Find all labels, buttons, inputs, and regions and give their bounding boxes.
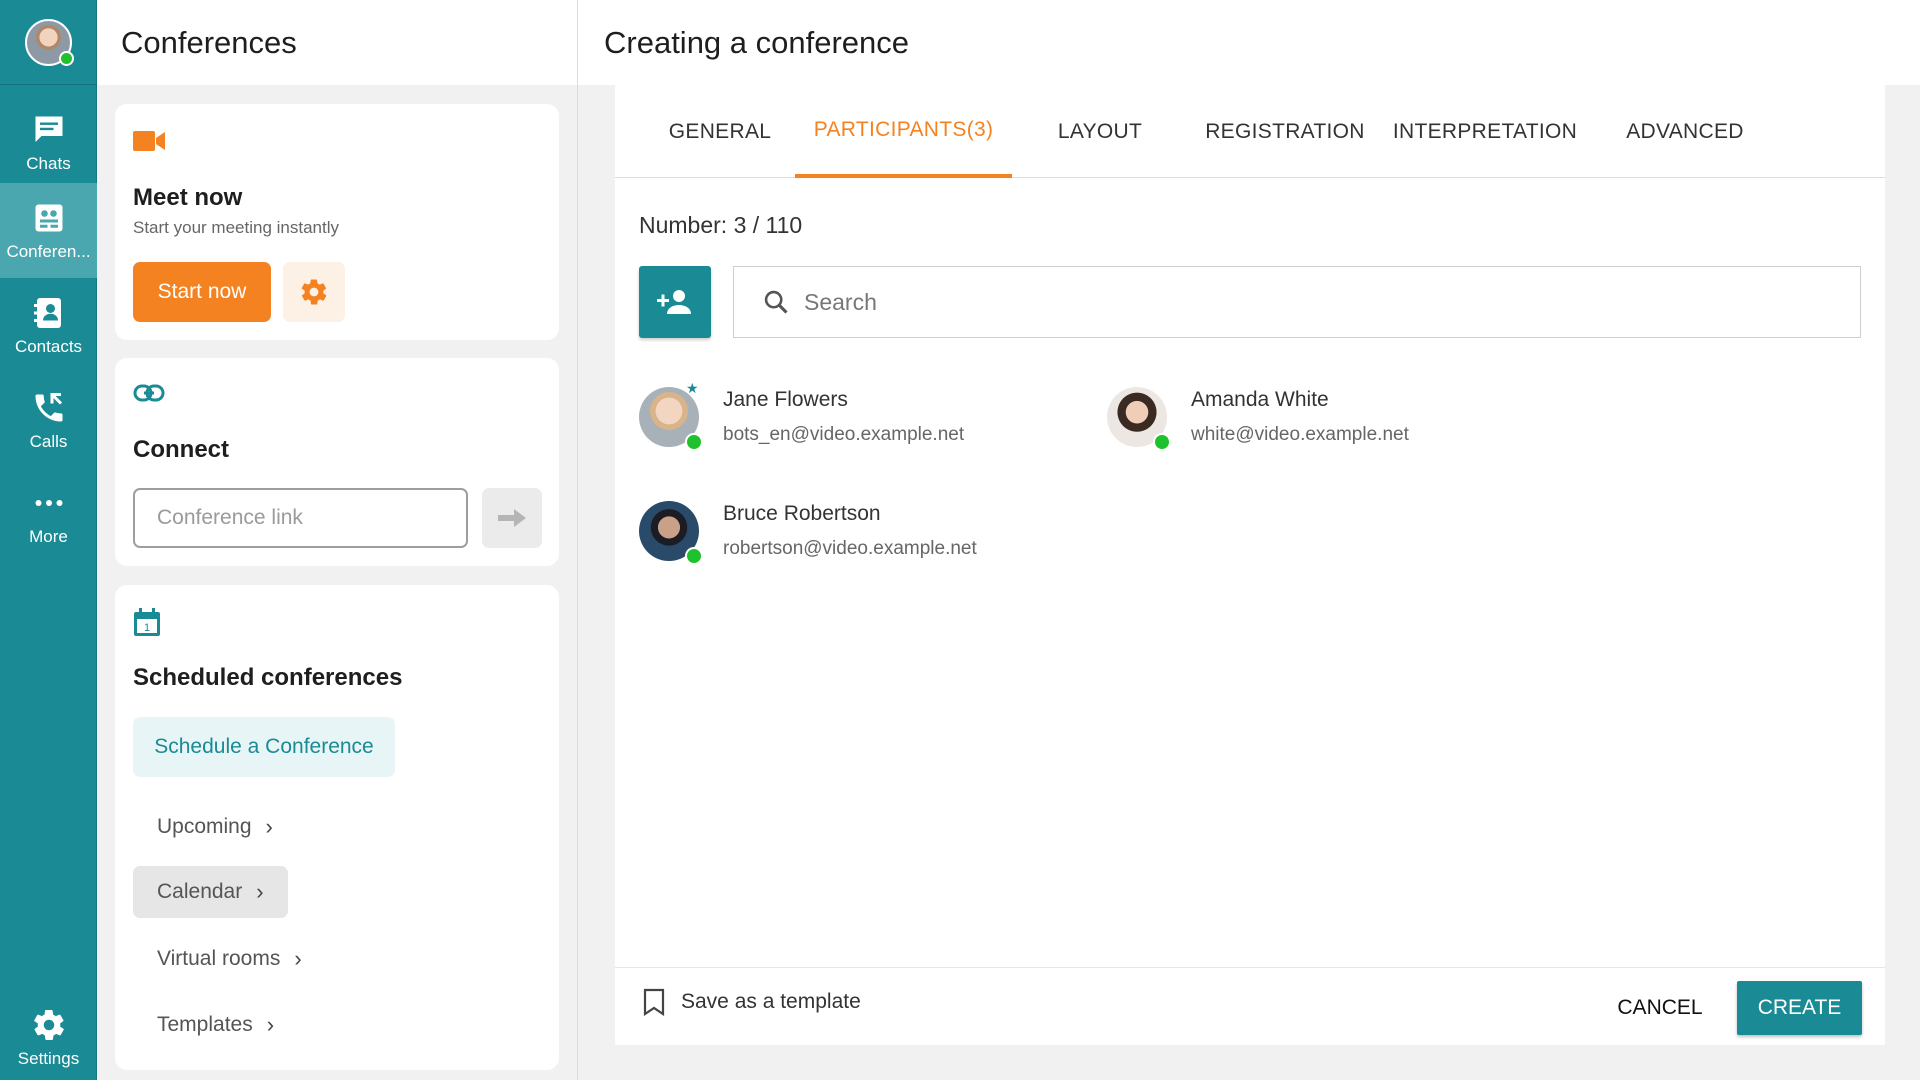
search-placeholder: Search — [804, 288, 877, 315]
calendar-icon: 1 — [134, 608, 160, 636]
form-footer: Save as a template CANCEL CREATE — [615, 967, 1885, 1045]
scheduled-conferences-card: 1 Scheduled conferences Schedule a Confe… — [115, 585, 559, 1070]
rail-item-chats[interactable]: Chats — [0, 95, 97, 190]
schedule-conference-button[interactable]: Schedule a Conference — [133, 717, 395, 777]
nav-link-label: Virtual rooms — [157, 947, 281, 970]
settings-icon — [33, 1009, 64, 1040]
link-icon — [133, 384, 165, 402]
tab-general[interactable]: GENERAL — [645, 85, 795, 178]
star-icon: ★ — [686, 380, 699, 396]
participant-name: Jane Flowers — [723, 388, 848, 411]
calls-icon — [35, 392, 62, 421]
nav-link-label: Calendar — [157, 880, 243, 903]
chevron-right-icon: › — [294, 946, 302, 971]
conference-icon — [35, 204, 62, 231]
gear-icon — [301, 279, 327, 305]
chat-icon — [35, 116, 62, 142]
more-icon — [35, 499, 62, 506]
contacts-icon — [33, 297, 61, 328]
participant-item[interactable]: Amanda White white@video.example.net — [1107, 384, 1547, 454]
start-now-button[interactable]: Start now — [133, 262, 271, 322]
chevron-right-icon: › — [265, 814, 273, 839]
online-status-dot — [685, 547, 703, 565]
nav-link-label: Templates — [157, 1013, 253, 1036]
add-participant-button[interactable] — [639, 266, 711, 338]
conference-form: GENERAL PARTICIPANTS(3) LAYOUT REGISTRAT… — [615, 85, 1885, 1045]
search-icon — [764, 290, 788, 314]
user-avatar[interactable] — [25, 19, 74, 66]
chevron-right-icon: › — [256, 879, 264, 904]
arrow-right-icon — [498, 509, 526, 527]
avatar — [1107, 387, 1171, 451]
participant-name: Amanda White — [1191, 388, 1329, 411]
nav-link-virtual-rooms[interactable]: Virtual rooms › — [133, 933, 326, 985]
connect-go-button[interactable] — [482, 488, 542, 548]
online-status-dot — [685, 433, 703, 451]
tab-bar: GENERAL PARTICIPANTS(3) LAYOUT REGISTRAT… — [615, 85, 1885, 178]
participant-email: white@video.example.net — [1191, 424, 1409, 445]
connect-title: Connect — [133, 436, 229, 463]
rail-label-calls: Calls — [29, 431, 68, 451]
participant-search-input[interactable]: Search — [733, 266, 1861, 338]
bookmark-icon — [643, 988, 665, 1016]
page-title: Creating a conference — [578, 0, 1920, 85]
tab-layout[interactable]: LAYOUT — [1025, 85, 1175, 178]
connect-card: Connect Conference link — [115, 358, 559, 566]
create-button[interactable]: CREATE — [1737, 981, 1862, 1035]
left-rail: Chats Conferen... Contacts Calls More Se… — [0, 0, 97, 1080]
rail-item-contacts[interactable]: Contacts — [0, 278, 97, 373]
conference-link-input[interactable]: Conference link — [133, 488, 468, 548]
tab-registration[interactable]: REGISTRATION — [1185, 85, 1385, 178]
participant-item[interactable]: Bruce Robertson robertson@video.example.… — [639, 498, 1079, 568]
rail-item-conferences[interactable]: Conferen... — [0, 183, 97, 278]
meeting-settings-button[interactable] — [283, 262, 345, 322]
rail-label-contacts: Contacts — [14, 336, 83, 356]
cancel-button[interactable]: CANCEL — [1605, 981, 1715, 1035]
nav-link-templates[interactable]: Templates › — [133, 999, 298, 1051]
tab-advanced[interactable]: ADVANCED — [1600, 85, 1770, 178]
participant-email: robertson@video.example.net — [723, 538, 977, 559]
add-person-icon — [657, 290, 691, 314]
video-camera-icon — [133, 131, 165, 151]
save-template-button[interactable]: Save as a template — [643, 988, 861, 1016]
meet-now-title: Meet now — [133, 184, 243, 211]
calendar-day-label: 1 — [144, 622, 150, 634]
meet-now-card: Meet now Start your meeting instantly St… — [115, 104, 559, 340]
scheduled-title: Scheduled conferences — [133, 664, 403, 691]
conferences-panel: Conferences Meet now Start your meeting … — [97, 0, 578, 1080]
participant-item[interactable]: ★ Jane Flowers bots_en@video.example.net — [639, 380, 1079, 454]
participant-email: bots_en@video.example.net — [723, 424, 965, 445]
rail-item-settings[interactable]: Settings — [0, 990, 97, 1080]
rail-label-chats: Chats — [26, 153, 71, 173]
online-status-dot — [1153, 433, 1171, 451]
rail-label-more: More — [29, 526, 68, 546]
nav-link-label: Upcoming — [157, 815, 252, 838]
participant-name: Bruce Robertson — [723, 502, 881, 525]
avatar — [639, 501, 703, 565]
rail-item-calls[interactable]: Calls — [0, 373, 97, 468]
tab-participants[interactable]: PARTICIPANTS(3) — [795, 85, 1012, 178]
chevron-right-icon: › — [266, 1012, 275, 1037]
nav-link-upcoming[interactable]: Upcoming › — [133, 801, 297, 853]
nav-link-calendar[interactable]: Calendar › — [133, 866, 288, 918]
online-status-dot — [59, 51, 74, 66]
create-conference-panel: Creating a conference GENERAL PARTICIPAN… — [578, 0, 1920, 1080]
rail-label-settings: Settings — [17, 1048, 80, 1068]
meet-now-subtitle: Start your meeting instantly — [133, 218, 339, 237]
tab-interpretation[interactable]: INTERPRETATION — [1385, 85, 1585, 178]
rail-item-more[interactable]: More — [0, 468, 97, 563]
rail-label-conferences: Conferen... — [6, 241, 91, 261]
save-template-label: Save as a template — [681, 990, 861, 1013]
rail-divider — [0, 84, 97, 85]
panel-title: Conferences — [97, 0, 577, 85]
participant-count: Number: 3 / 110 — [639, 212, 803, 238]
